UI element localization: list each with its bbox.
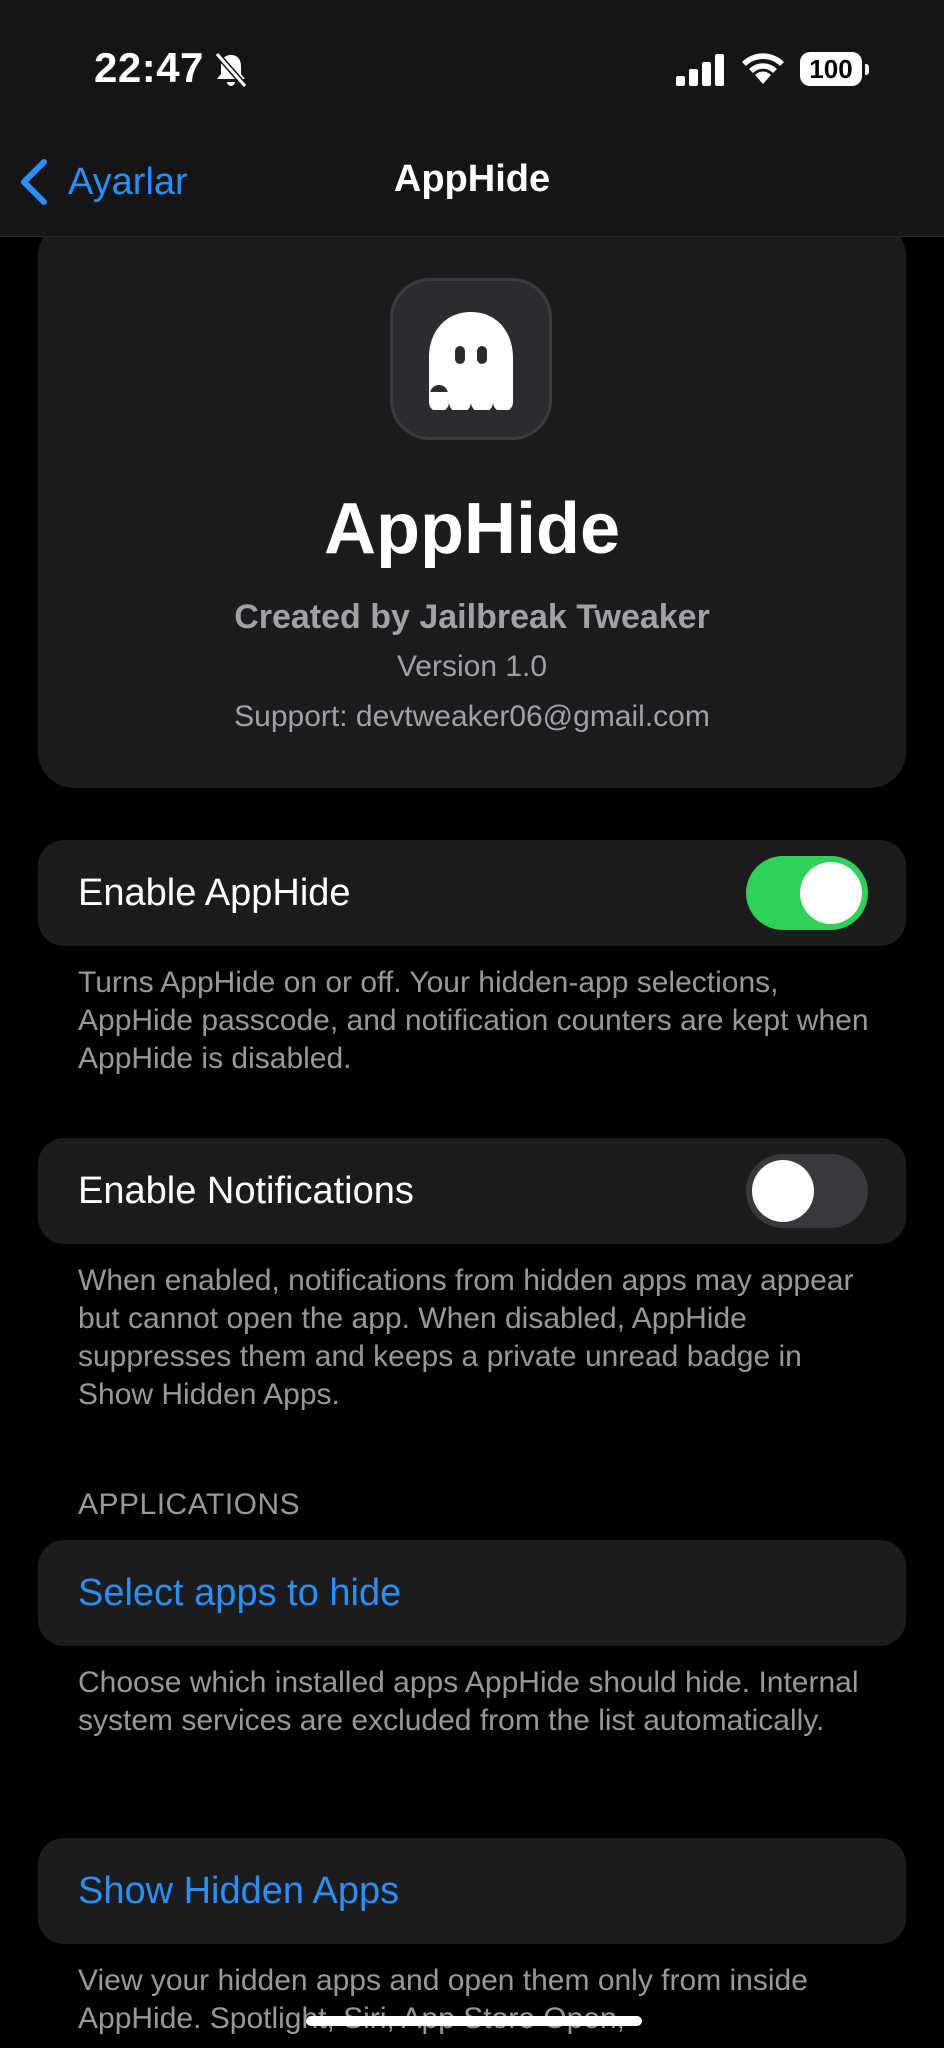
applications-section-header: APPLICATIONS — [78, 1488, 301, 1521]
toggle-knob — [800, 862, 862, 924]
show-hidden-apps-button[interactable]: Show Hidden Apps — [78, 1838, 399, 1944]
select-apps-footer: Choose which installed apps AppHide shou… — [78, 1666, 859, 1737]
enable-notifications-row: Enable Notifications — [38, 1138, 906, 1244]
enable-notifications-toggle[interactable] — [746, 1154, 868, 1228]
settings-screen: AppHide Created by Jailbreak Tweaker Ver… — [0, 0, 944, 2048]
enable-apphide-footer: Turns AppHide on or off. Your hidden-app… — [78, 966, 869, 1075]
toggle-knob — [752, 1160, 814, 1222]
ghost-icon — [429, 312, 513, 410]
enable-apphide-toggle[interactable] — [746, 856, 868, 930]
home-indicator[interactable] — [306, 2016, 642, 2026]
support-email[interactable]: Support: devtweaker06@gmail.com — [0, 700, 944, 734]
version-text: Version 1.0 — [396, 650, 548, 683]
status-time: 22:47 — [94, 44, 204, 91]
creator-text: Created by Jailbreak Tweaker — [234, 598, 710, 636]
app-icon — [390, 278, 552, 440]
select-apps-button[interactable]: Select apps to hide — [78, 1540, 401, 1646]
enable-apphide-label: Enable AppHide — [78, 872, 351, 914]
nav-title: AppHide — [393, 158, 551, 200]
show-hidden-row[interactable]: Show Hidden Apps — [38, 1838, 906, 1944]
enable-notifications-label: Enable Notifications — [78, 1170, 414, 1212]
cellular-signal-icon — [676, 54, 724, 86]
show-hidden-footer: View your hidden apps and open them only… — [78, 1964, 808, 2035]
enable-notifications-footer: When enabled, notifications from hidden … — [78, 1264, 854, 1411]
wifi-icon — [742, 53, 784, 84]
enable-apphide-row: Enable AppHide — [38, 840, 906, 946]
app-name: AppHide — [324, 489, 620, 569]
battery-indicator: 100 — [800, 52, 869, 86]
silent-bell-icon — [214, 52, 248, 88]
navigation-bar: 22:47 100 Ayarlar AppHide — [0, 0, 944, 237]
select-apps-row[interactable]: Select apps to hide — [38, 1540, 906, 1646]
